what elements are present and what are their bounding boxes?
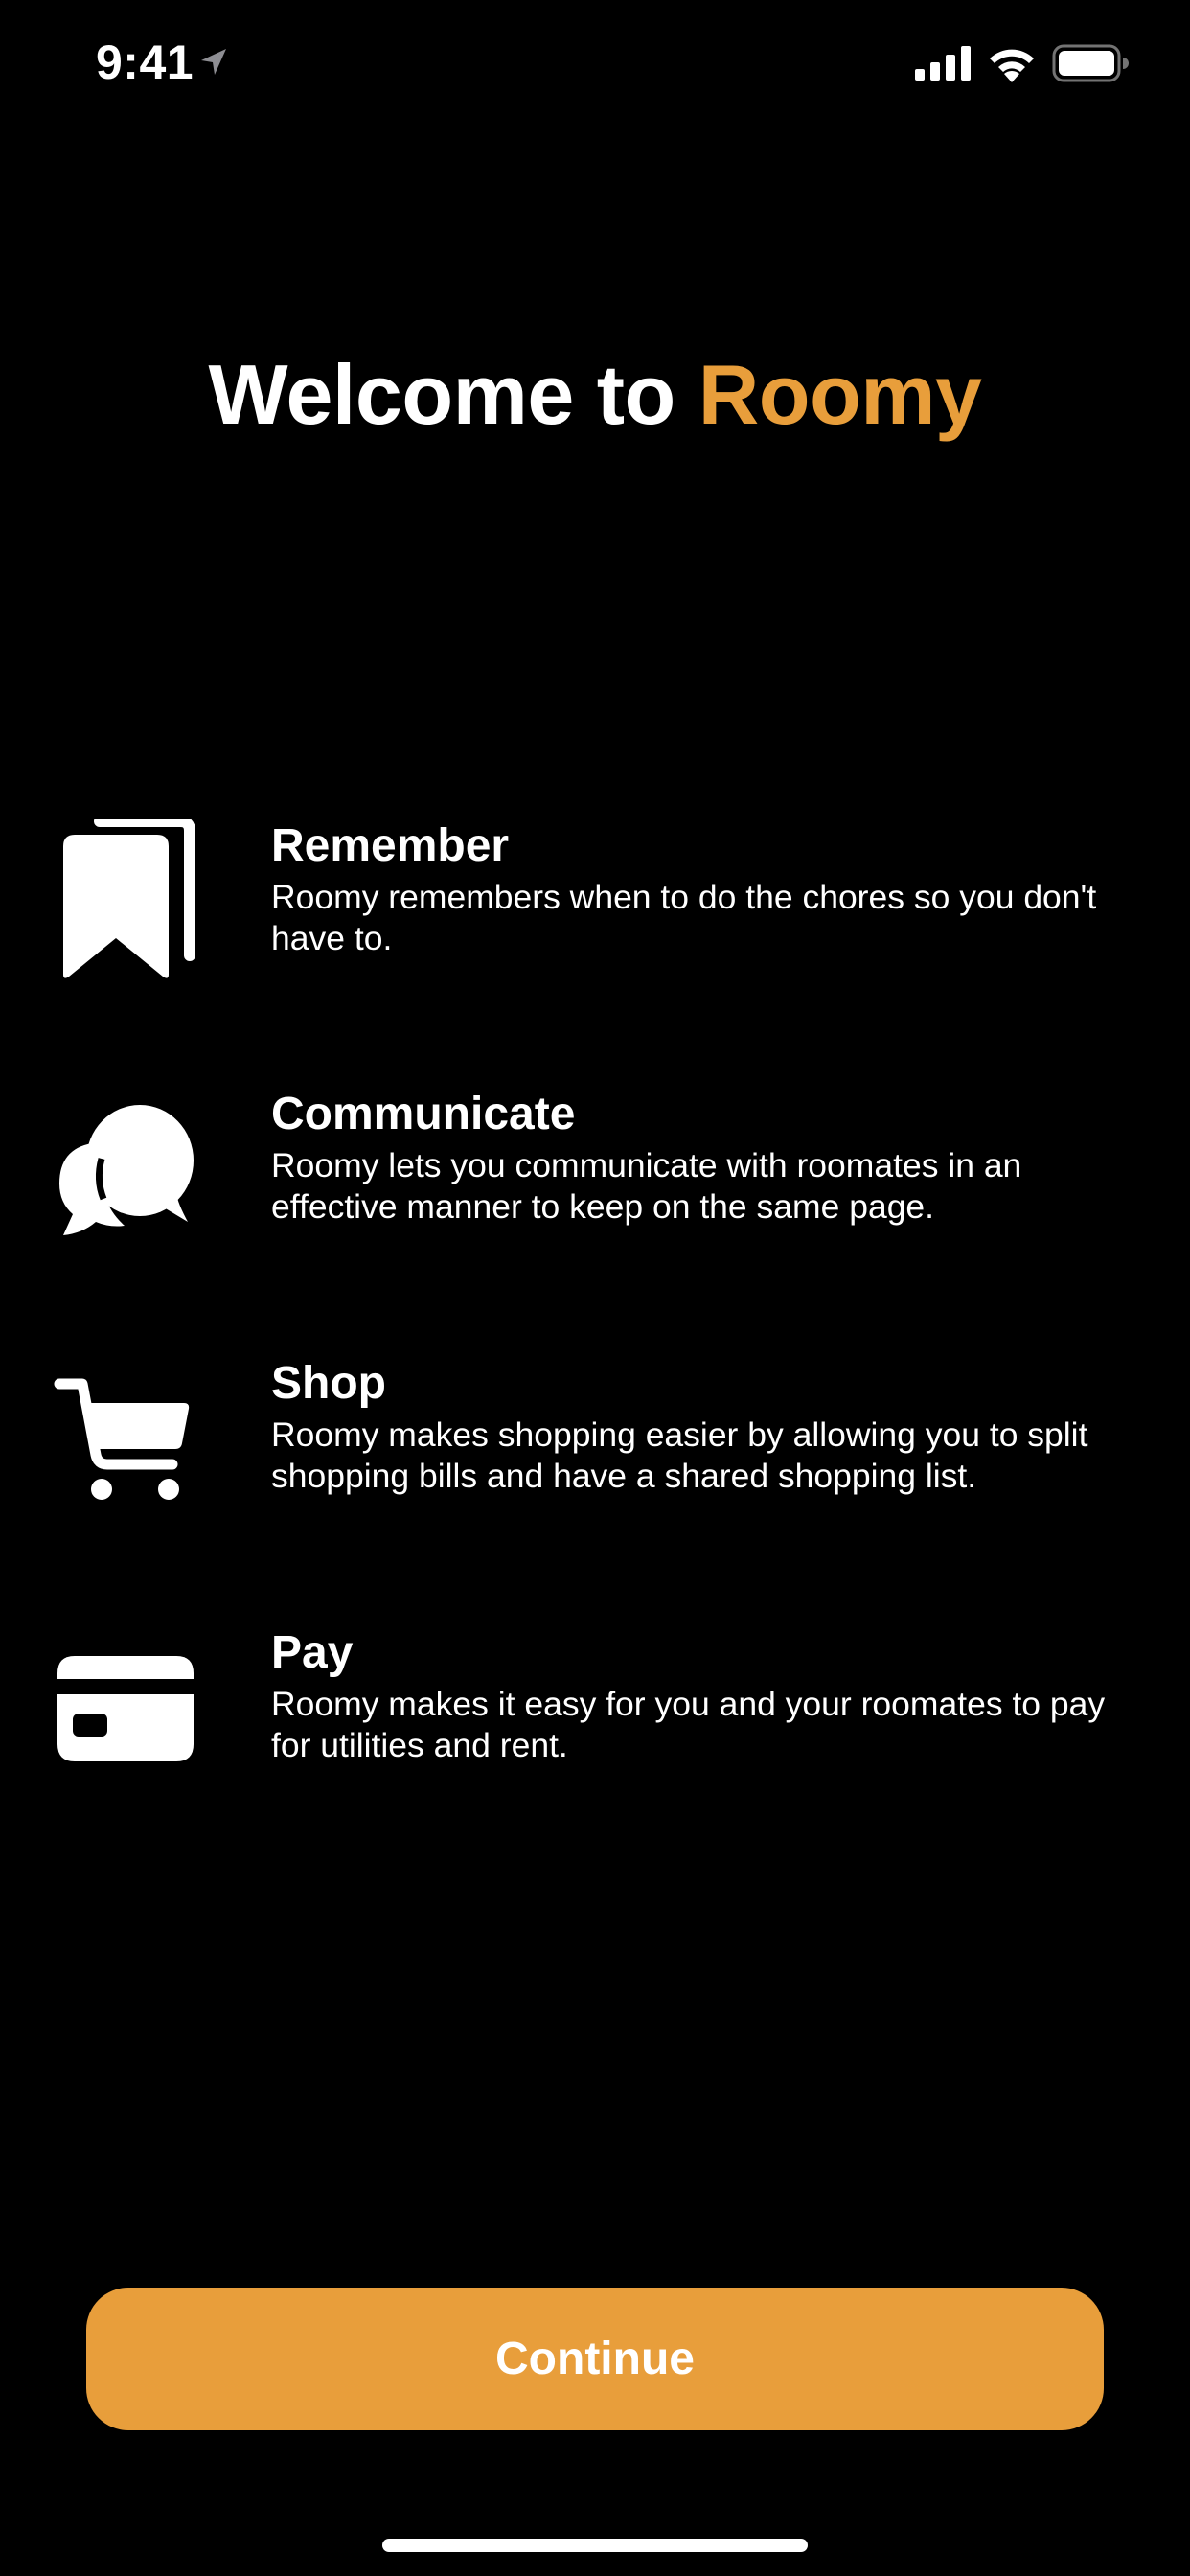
cart-icon bbox=[54, 1378, 197, 1541]
welcome-title: Welcome to Roomy bbox=[0, 347, 1190, 443]
feature-pay: Pay Roomy makes it easy for you and your… bbox=[0, 1626, 1190, 1818]
feature-description: Roomy makes it easy for you and your roo… bbox=[271, 1685, 1106, 1764]
welcome-title-prefix: Welcome to bbox=[208, 347, 698, 442]
feature-title: Pay bbox=[271, 1627, 354, 1678]
cellular-signal-icon bbox=[915, 46, 971, 80]
feature-title: Communicate bbox=[271, 1089, 576, 1139]
status-bar: 9:41 bbox=[0, 0, 1190, 126]
status-time: 9:41 bbox=[96, 35, 195, 89]
feature-shop: Shop Roomy makes shopping easier by allo… bbox=[0, 1357, 1190, 1549]
location-arrow-icon bbox=[201, 49, 226, 75]
feature-description: Roomy makes shopping easier by allowing … bbox=[271, 1415, 1088, 1495]
chat-bubbles-icon bbox=[54, 1095, 197, 1258]
bookmarks-icon bbox=[54, 819, 197, 982]
wifi-icon bbox=[990, 49, 1034, 82]
continue-button[interactable]: Continue bbox=[86, 2288, 1104, 2430]
brand-name: Roomy bbox=[698, 347, 982, 442]
credit-card-icon bbox=[54, 1652, 197, 1815]
feature-description: Roomy remembers when to do the chores so… bbox=[271, 878, 1097, 957]
feature-communicate: Communicate Roomy lets you communicate w… bbox=[0, 1088, 1190, 1279]
home-indicator[interactable] bbox=[382, 2539, 808, 2552]
feature-title: Remember bbox=[271, 820, 510, 871]
feature-description: Roomy lets you communicate with roomates… bbox=[271, 1146, 1022, 1226]
feature-remember: Remember Roomy remembers when to do the … bbox=[0, 819, 1190, 1011]
battery-icon bbox=[1052, 44, 1129, 82]
feature-title: Shop bbox=[271, 1358, 386, 1409]
